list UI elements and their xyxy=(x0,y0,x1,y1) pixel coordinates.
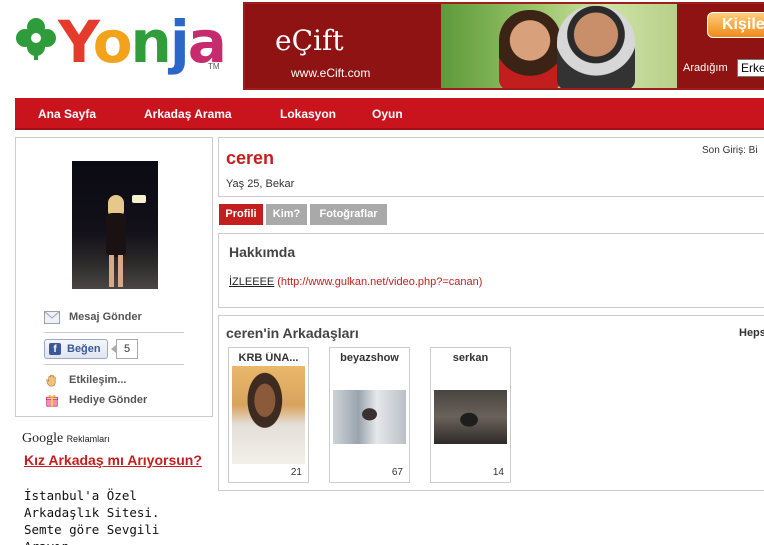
about-link[interactable]: İZLEEEE xyxy=(229,276,274,288)
friend-photo xyxy=(232,366,305,464)
friend-card[interactable]: serkan 14 xyxy=(430,347,511,483)
profile-name: ceren xyxy=(226,148,275,168)
nav-item-location[interactable]: Lokasyon xyxy=(280,98,336,130)
sidebar-divider xyxy=(44,364,184,365)
banner-brand: eÇift www.eCift.com xyxy=(245,4,441,88)
send-message-label: Mesaj Gönder xyxy=(69,311,142,323)
friend-photo xyxy=(333,390,406,444)
friend-card[interactable]: beyazshow 67 xyxy=(329,347,410,483)
tab-profile[interactable]: Profili xyxy=(219,204,263,225)
clover-icon xyxy=(16,18,56,60)
friend-name: beyazshow xyxy=(340,352,399,364)
ad-title-link[interactable]: Kız Arkadaş mı Arıyorsun? xyxy=(24,452,204,469)
banner-brand-name: eÇift xyxy=(275,24,344,57)
banner-cta-button[interactable]: Kişile xyxy=(707,12,764,38)
profile-age-status: Yaş 25, Bekar xyxy=(226,178,295,190)
interact-label: Etkileşim... xyxy=(69,374,127,386)
like-label: Beğen xyxy=(67,343,101,355)
about-section: Hakkımda İZLEEEE (http://www.gulkan.net/v… xyxy=(218,233,764,308)
friend-card[interactable]: KRB ÜNA... 21 xyxy=(228,347,309,483)
hand-wave-icon xyxy=(46,374,56,387)
like-count: 5 xyxy=(111,339,138,359)
friends-heading: ceren'in Arkadaşları xyxy=(226,325,359,341)
main-nav: Ana Sayfa Arkadaş Arama Lokasyon Oyun xyxy=(15,98,764,130)
gift-icon xyxy=(45,395,59,407)
send-gift-label: Hediye Gönder xyxy=(69,394,148,406)
profile-sidebar: Mesaj Gönder f Beğen 5 Etkileşim... Hedi… xyxy=(15,137,213,417)
friend-count: 21 xyxy=(290,467,302,478)
yonja-logo[interactable]: Yonja TM xyxy=(14,8,227,82)
sidebar-divider xyxy=(44,332,184,333)
like-button[interactable]: f Beğen xyxy=(44,339,108,359)
tab-photos[interactable]: Fotoğraflar xyxy=(310,204,387,225)
banner-gender-select[interactable]: Erke xyxy=(737,59,764,77)
friends-section: ceren'in Arkadaşları Heps KRB ÜNA... 21 … xyxy=(218,315,764,491)
banner-search-label: Aradığım xyxy=(683,62,728,74)
nav-item-home[interactable]: Ana Sayfa xyxy=(38,98,96,130)
google-wordmark: Google xyxy=(22,431,64,446)
logo-wordmark: Yonja xyxy=(58,8,227,76)
ecift-banner-ad[interactable]: eÇift www.eCift.com Kişile Aradığım Erke xyxy=(243,2,764,90)
friend-photo xyxy=(434,390,507,444)
see-all-friends-link[interactable]: Heps xyxy=(739,327,764,339)
envelope-icon xyxy=(44,311,60,324)
about-heading: Hakkımda xyxy=(229,244,296,260)
tab-who[interactable]: Kim? xyxy=(266,204,307,225)
profile-header: ceren Yaş 25, Bekar Son Giriş: Bi xyxy=(218,137,764,197)
nav-item-game[interactable]: Oyun xyxy=(372,98,403,130)
about-body: İZLEEEE (http://www.gulkan.net/video.php?… xyxy=(229,276,482,288)
friend-count: 14 xyxy=(492,467,504,478)
banner-couple-photo xyxy=(441,4,677,88)
trademark-mark: TM xyxy=(208,62,220,71)
facebook-icon: f xyxy=(49,343,61,355)
google-ads-header[interactable]: Google Reklamları xyxy=(22,431,110,447)
nav-item-friend-search[interactable]: Arkadaş Arama xyxy=(144,98,232,130)
ad-body-text: İstanbul'a Özel Arkadaşlık Sitesi. Semte… xyxy=(24,488,160,545)
about-link-url[interactable]: (http://www.gulkan.net/video.php?=canan) xyxy=(277,276,482,288)
ads-label: Reklamları xyxy=(66,434,110,444)
friend-name: serkan xyxy=(452,352,489,364)
friend-count: 67 xyxy=(391,467,403,478)
friend-name: KRB ÜNA... xyxy=(238,352,299,364)
last-login: Son Giriş: Bi xyxy=(702,145,758,156)
banner-search: Kişile Aradığım Erke xyxy=(677,4,764,88)
banner-url: www.eCift.com xyxy=(291,66,371,80)
profile-photo[interactable] xyxy=(72,161,158,289)
